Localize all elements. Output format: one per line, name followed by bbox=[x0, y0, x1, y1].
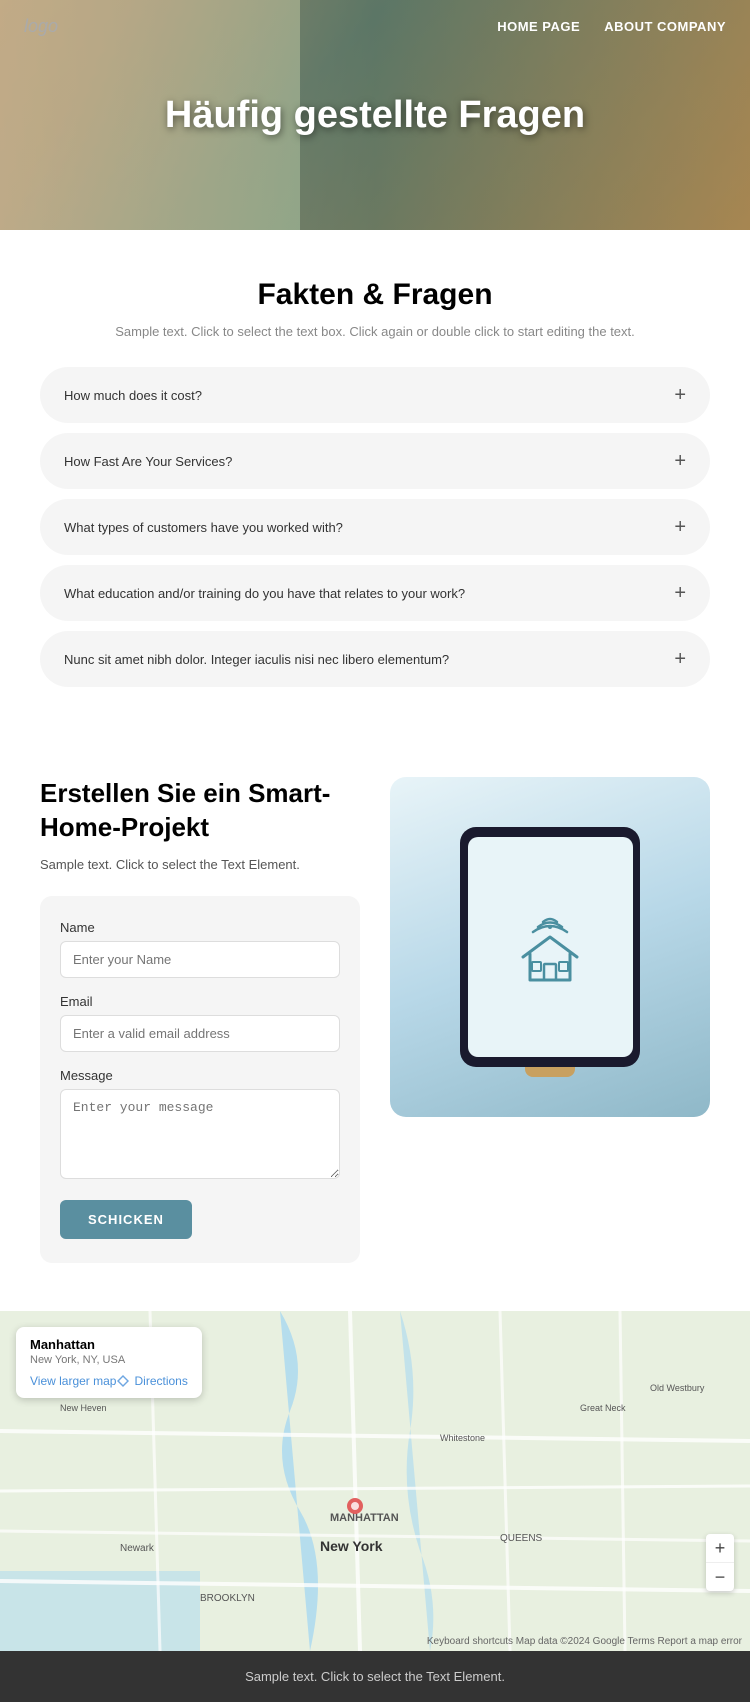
faq-item-5[interactable]: Nunc sit amet nibh dolor. Integer iaculi… bbox=[40, 631, 710, 687]
contact-form: Name Email Message SCHICKEN bbox=[40, 896, 360, 1263]
message-textarea[interactable] bbox=[60, 1089, 340, 1179]
view-larger-map-link[interactable]: View larger map bbox=[30, 1374, 116, 1388]
map-popup: Manhattan New York, NY, USA View larger … bbox=[16, 1327, 202, 1398]
svg-text:BROOKLYN: BROOKLYN bbox=[200, 1593, 255, 1604]
svg-text:Old Westbury: Old Westbury bbox=[650, 1383, 705, 1393]
faq-question-1: How much does it cost? bbox=[64, 388, 202, 403]
faq-question-3: What types of customers have you worked … bbox=[64, 520, 343, 535]
map-popup-title: Manhattan bbox=[30, 1337, 188, 1352]
directions-label: Directions bbox=[134, 1374, 187, 1388]
zoom-out-button[interactable]: − bbox=[706, 1563, 734, 1591]
faq-question-2: How Fast Are Your Services? bbox=[64, 454, 232, 469]
smart-home-section: Erstellen Sie ein Smart-Home-Projekt Sam… bbox=[0, 729, 750, 1311]
home-link[interactable]: HOME PAGE bbox=[497, 19, 580, 34]
map-section: MANHATTAN New York QUEENS BROOKLYN New H… bbox=[0, 1311, 750, 1651]
directions-icon bbox=[116, 1374, 130, 1388]
faq-expand-icon-3: + bbox=[674, 517, 686, 537]
svg-text:MANHATTAN: MANHATTAN bbox=[330, 1512, 399, 1524]
faq-expand-icon-1: + bbox=[674, 385, 686, 405]
footer: Sample text. Click to select the Text El… bbox=[0, 1651, 750, 1702]
faq-item-3[interactable]: What types of customers have you worked … bbox=[40, 499, 710, 555]
submit-button[interactable]: SCHICKEN bbox=[60, 1200, 192, 1239]
faq-expand-icon-4: + bbox=[674, 583, 686, 603]
svg-text:New York: New York bbox=[320, 1538, 383, 1554]
navigation: logo HOME PAGE ABOUT COMPANY bbox=[0, 0, 750, 53]
faq-expand-icon-2: + bbox=[674, 451, 686, 471]
zoom-in-button[interactable]: + bbox=[706, 1534, 734, 1562]
nav-links: HOME PAGE ABOUT COMPANY bbox=[497, 19, 726, 34]
email-group: Email bbox=[60, 994, 340, 1052]
faq-question-5: Nunc sit amet nibh dolor. Integer iaculi… bbox=[64, 652, 449, 667]
svg-text:New Heven: New Heven bbox=[60, 1403, 107, 1413]
map-popup-actions: View larger map Directions bbox=[30, 1374, 188, 1388]
about-link[interactable]: ABOUT COMPANY bbox=[604, 19, 726, 34]
faq-item-2[interactable]: How Fast Are Your Services? + bbox=[40, 433, 710, 489]
map-zoom-controls: + − bbox=[706, 1534, 734, 1591]
smart-left-panel: Erstellen Sie ein Smart-Home-Projekt Sam… bbox=[40, 777, 360, 1263]
faq-expand-icon-5: + bbox=[674, 649, 686, 669]
name-group: Name bbox=[60, 920, 340, 978]
faq-question-4: What education and/or training do you ha… bbox=[64, 586, 465, 601]
name-input[interactable] bbox=[60, 941, 340, 978]
name-label: Name bbox=[60, 920, 340, 935]
tablet-screen bbox=[468, 837, 633, 1057]
hero-title: Häufig gestellte Fragen bbox=[165, 94, 585, 137]
smart-image-panel bbox=[390, 777, 710, 1117]
footer-text: Sample text. Click to select the Text El… bbox=[245, 1669, 505, 1684]
faq-heading: Fakten & Fragen bbox=[40, 278, 710, 312]
svg-text:Great Neck: Great Neck bbox=[580, 1403, 626, 1413]
faq-item-1[interactable]: How much does it cost? + bbox=[40, 367, 710, 423]
faq-section: Fakten & Fragen Sample text. Click to se… bbox=[0, 230, 750, 729]
logo: logo bbox=[24, 16, 58, 37]
email-label: Email bbox=[60, 994, 340, 1009]
faq-item-4[interactable]: What education and/or training do you ha… bbox=[40, 565, 710, 621]
map-attribution: Keyboard shortcuts Map data ©2024 Google… bbox=[427, 1636, 742, 1647]
smart-home-icon bbox=[505, 902, 595, 992]
svg-text:Newark: Newark bbox=[120, 1543, 155, 1554]
email-input[interactable] bbox=[60, 1015, 340, 1052]
smart-title: Erstellen Sie ein Smart-Home-Projekt bbox=[40, 777, 360, 845]
svg-text:QUEENS: QUEENS bbox=[500, 1533, 543, 1544]
faq-subtext: Sample text. Click to select the text bo… bbox=[40, 324, 710, 339]
message-group: Message bbox=[60, 1068, 340, 1184]
map-popup-subtitle: New York, NY, USA bbox=[30, 1354, 188, 1366]
directions-button[interactable]: Directions bbox=[116, 1374, 187, 1388]
svg-text:Whitestone: Whitestone bbox=[440, 1433, 485, 1443]
message-label: Message bbox=[60, 1068, 340, 1083]
tablet-device bbox=[460, 827, 640, 1067]
smart-subtext: Sample text. Click to select the Text El… bbox=[40, 857, 360, 872]
